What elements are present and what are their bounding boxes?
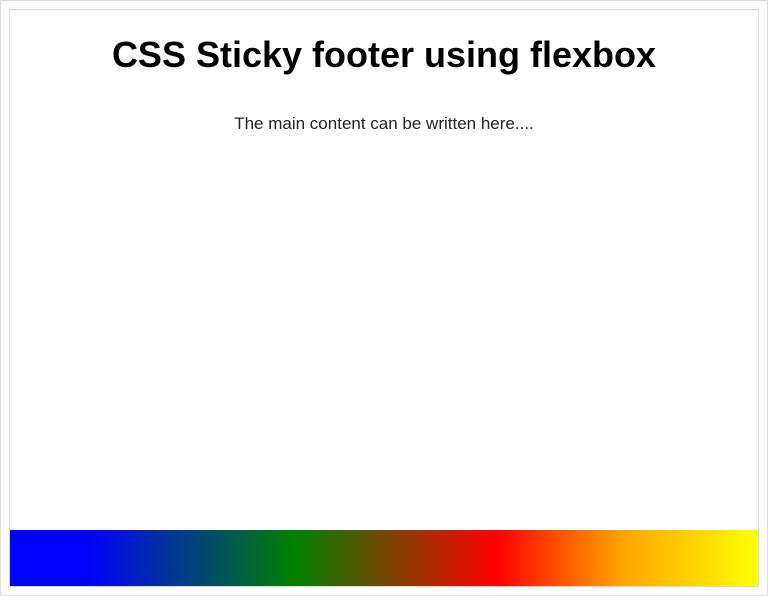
page-title: CSS Sticky footer using flexbox: [20, 34, 748, 76]
page-header: CSS Sticky footer using flexbox: [10, 10, 758, 86]
layout-container: CSS Sticky footer using flexbox The main…: [9, 9, 759, 587]
page-wrapper: CSS Sticky footer using flexbox The main…: [0, 0, 768, 596]
sticky-footer: [10, 530, 758, 586]
main-content: The main content can be written here....: [10, 86, 758, 530]
content-text: The main content can be written here....: [20, 114, 748, 134]
